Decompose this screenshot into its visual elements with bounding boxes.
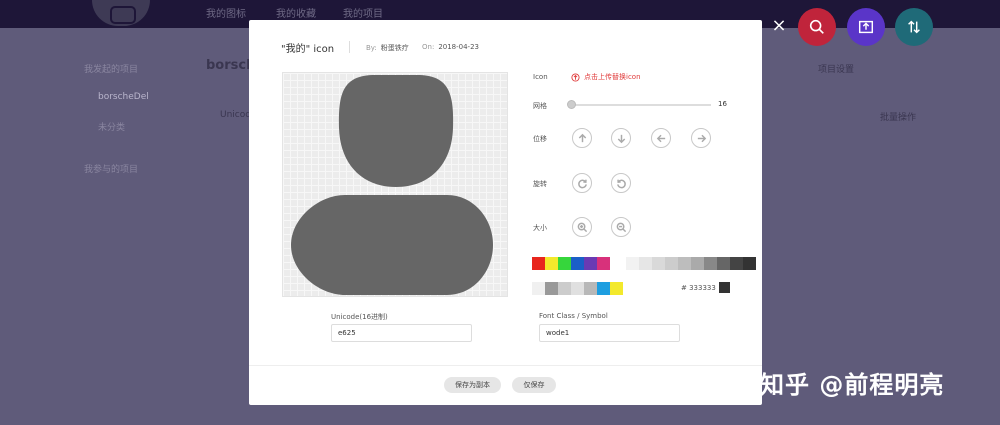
upload-circle-icon <box>571 72 580 82</box>
sidebar-item-joined-projects[interactable]: 我参与的项目 <box>84 162 138 175</box>
color-swatch[interactable] <box>532 282 545 295</box>
nav-my-favorites[interactable]: 我的收藏 <box>276 5 316 20</box>
user-person-icon <box>291 75 493 295</box>
save-as-copy-button[interactable]: 保存为副本 <box>444 377 501 393</box>
color-swatch[interactable] <box>597 257 610 270</box>
save-only-button[interactable]: 仅保存 <box>512 377 556 393</box>
hex-color-preview <box>719 282 730 293</box>
zhihu-watermark: 知乎 @前程明亮 <box>760 371 945 399</box>
rotate-cw-icon <box>577 179 587 188</box>
arrow-down-icon <box>617 134 625 143</box>
close-modal-icon[interactable]: × <box>768 15 790 37</box>
author-label: By: <box>366 44 377 52</box>
size-row-label: 大小 <box>533 224 547 232</box>
background-title: borsch <box>206 58 256 73</box>
footer-divider <box>249 365 762 366</box>
batch-operation-link[interactable]: 批量操作 <box>880 110 916 123</box>
background-search-hint: Unicod <box>220 110 251 120</box>
move-down-button[interactable] <box>611 128 631 148</box>
zoom-out-button[interactable] <box>611 217 631 237</box>
color-swatch[interactable] <box>584 257 597 270</box>
zoom-out-icon <box>616 222 626 232</box>
zoom-in-button[interactable] <box>572 217 592 237</box>
color-swatch[interactable] <box>584 282 597 295</box>
project-settings-link[interactable]: 项目设置 <box>818 62 854 75</box>
grid-slider-handle[interactable] <box>567 100 576 109</box>
color-swatch[interactable] <box>558 282 571 295</box>
color-swatch[interactable] <box>558 257 571 270</box>
author-meta: By: 粉蛋铁疗 <box>366 43 409 53</box>
grid-slider-track[interactable] <box>571 104 711 106</box>
icon-preview-canvas[interactable] <box>282 72 508 297</box>
color-swatch[interactable] <box>730 257 743 270</box>
sidebar-item-uncategorized[interactable]: 未分类 <box>98 120 125 133</box>
color-swatch[interactable] <box>691 257 704 270</box>
color-swatch[interactable] <box>545 282 558 295</box>
grid-row-label: 网格 <box>533 102 547 110</box>
title-divider <box>349 41 350 53</box>
top-search-button[interactable] <box>798 8 836 46</box>
icon-edit-modal: "我的" icon By: 粉蛋铁疗 On: 2018-04-23 Icon 点击上… <box>249 20 762 405</box>
color-swatch[interactable] <box>743 257 756 270</box>
color-swatch[interactable] <box>678 257 691 270</box>
rotate-row-label: 旋转 <box>533 180 547 188</box>
color-swatches-row-1 <box>532 257 610 270</box>
move-up-button[interactable] <box>572 128 592 148</box>
date-value: 2018-04-23 <box>438 43 479 51</box>
author-value: 粉蛋铁疗 <box>380 44 409 52</box>
font-class-label: Font Class / Symbol <box>539 312 608 320</box>
upload-replace-link[interactable]: 点击上传替换icon <box>571 72 641 82</box>
top-upload-button[interactable] <box>847 8 885 46</box>
arrow-right-icon <box>697 134 706 142</box>
grid-slider-value: 16 <box>718 100 727 108</box>
nav-my-icons[interactable]: 我的图标 <box>206 5 246 20</box>
color-swatches-row-2 <box>532 282 623 295</box>
color-swatch[interactable] <box>704 257 717 270</box>
color-swatch[interactable] <box>626 257 639 270</box>
move-right-button[interactable] <box>691 128 711 148</box>
unicode-label: Unicode(16进制) <box>331 313 388 321</box>
color-swatch[interactable] <box>571 282 584 295</box>
modal-title: "我的" icon <box>281 44 335 55</box>
arrow-left-icon <box>656 134 665 142</box>
move-row-label: 位移 <box>533 135 547 143</box>
color-swatch[interactable] <box>610 282 623 295</box>
arrow-up-icon <box>578 133 586 142</box>
sidebar-item-created-projects[interactable]: 我发起的项目 <box>84 62 138 75</box>
upload-text: 点击上传替换icon <box>584 73 641 81</box>
date-meta: On: 2018-04-23 <box>422 43 479 51</box>
sidebar-item-project[interactable]: borscheDel <box>98 92 149 102</box>
rotate-clockwise-button[interactable] <box>572 173 592 193</box>
color-swatch[interactable] <box>532 257 545 270</box>
color-swatch[interactable] <box>717 257 730 270</box>
upload-icon <box>858 20 874 34</box>
color-swatch[interactable] <box>545 257 558 270</box>
icon-row-label: Icon <box>533 73 548 81</box>
rotate-counterclockwise-button[interactable] <box>611 173 631 193</box>
color-swatch[interactable] <box>571 257 584 270</box>
search-icon <box>809 19 824 34</box>
zoom-in-icon <box>577 222 587 232</box>
rotate-ccw-icon <box>616 179 626 188</box>
move-left-button[interactable] <box>651 128 671 148</box>
date-label: On: <box>422 43 435 51</box>
font-class-input[interactable]: wode1 <box>539 324 680 342</box>
color-swatch[interactable] <box>652 257 665 270</box>
color-swatch[interactable] <box>665 257 678 270</box>
unicode-input[interactable]: e625 <box>331 324 472 342</box>
color-swatches-grays <box>626 257 756 270</box>
top-sort-button[interactable] <box>895 8 933 46</box>
color-swatch[interactable] <box>639 257 652 270</box>
sort-arrows-icon <box>908 20 920 34</box>
nav-my-projects[interactable]: 我的项目 <box>343 5 383 20</box>
color-swatch[interactable] <box>597 282 610 295</box>
hex-color-label: # 333333 <box>681 284 716 292</box>
